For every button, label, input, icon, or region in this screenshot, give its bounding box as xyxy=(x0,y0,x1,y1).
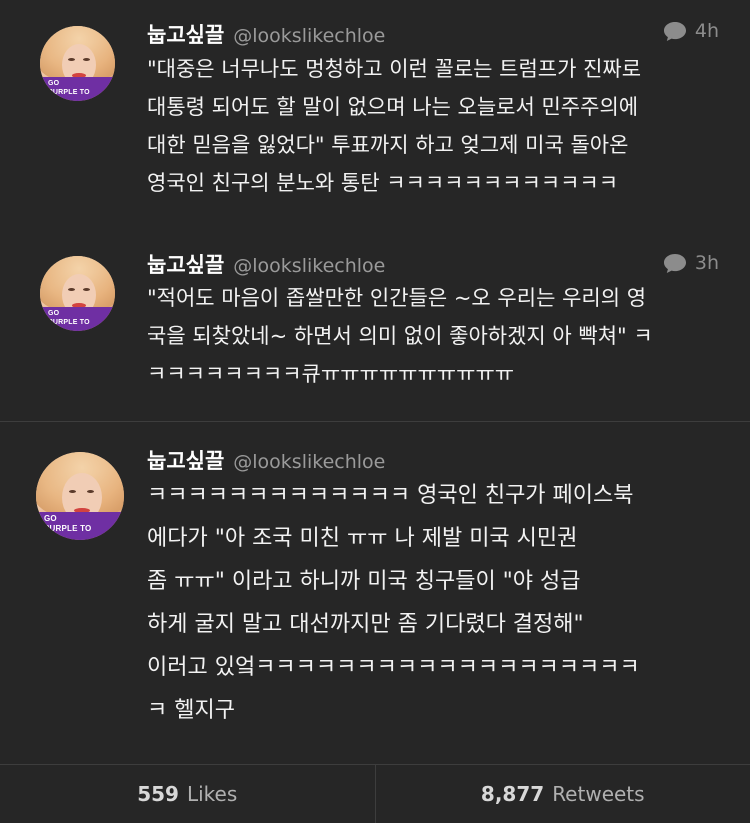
avatar-banner-line: PURPLE TO xyxy=(48,319,90,326)
avatar-banner-line: PURPLE TO xyxy=(44,524,92,533)
tweet-header: 눕고싶끌 @lookslikechloe xyxy=(147,249,385,279)
retweets-label: Retweets xyxy=(552,782,645,806)
timestamp: 3h xyxy=(694,252,719,274)
avatar-eye xyxy=(69,490,76,493)
avatar-eye xyxy=(83,58,90,61)
tweet-text: "대중은 너무나도 멍청하고 이런 꼴로는 트럼프가 진짜로 대통령 되어도 할… xyxy=(147,50,641,202)
speech-bubble-icon xyxy=(663,253,686,273)
tweet-line: 대한 믿음을 잃었다" 투표까지 하고 엊그제 미국 돌아온 xyxy=(147,133,629,157)
tweet-line: 에다가 "아 조국 미친 ㅠㅠ 나 제발 미국 시민권 xyxy=(147,526,578,551)
tweet-text: "적어도 마음이 좁쌀만한 인간들은 ~오 우리는 우리의 영 국을 되찾았네~… xyxy=(147,279,653,393)
tweet-line: "대중은 너무나도 멍청하고 이런 꼴로는 트럼프가 진짜로 xyxy=(147,57,642,81)
tweet-line: 이러고 있엌ㅋㅋㅋㅋㅋㅋㅋㅋㅋㅋㅋㅋㅋㅋㅋㅋㅋㅋㅋ xyxy=(147,655,640,680)
avatar-banner: GO PURPLE TO xyxy=(36,512,124,540)
tweet-header: 눕고싶끌 @lookslikechloe xyxy=(147,19,385,49)
tweet-line: 좀 ㅠㅠ" 이라고 하니까 미국 칭구들이 "야 성급 xyxy=(147,569,581,594)
tweet-3[interactable]: GO PURPLE TO 눕고싶끌 @lookslikechloe ㅋㅋㅋㅋㅋㅋ… xyxy=(0,422,750,765)
avatar-banner: GO PURPLE TO xyxy=(40,307,115,331)
likes-label: Likes xyxy=(186,782,238,806)
avatar-eye xyxy=(83,288,90,291)
retweets-count: 8,877 xyxy=(480,782,545,806)
speech-bubble-icon xyxy=(663,21,686,41)
tweet-line: 대통령 되어도 할 말이 없으며 나는 오늘로서 민주주의에 xyxy=(147,95,639,119)
tweet-line: 영국인 친구의 분노와 통탄 ㅋㅋㅋㅋㅋㅋㅋㅋㅋㅋㅋㅋ xyxy=(147,171,619,195)
timestamp: 4h xyxy=(694,20,719,42)
avatar-banner-line: GO xyxy=(44,514,57,523)
display-name[interactable]: 눕고싶끌 xyxy=(147,249,224,279)
likes-count: 559 xyxy=(137,782,179,806)
tweet-1[interactable]: GO PURPLE TO 눕고싶끌 @lookslikechloe 4h "대중… xyxy=(0,0,750,226)
avatar-eye xyxy=(87,490,94,493)
tweet-meta: 4h xyxy=(663,20,719,42)
avatar[interactable]: GO PURPLE TO xyxy=(36,452,124,540)
user-handle[interactable]: @lookslikechloe xyxy=(233,25,385,47)
tweet-line: ㅋ 헬지구 xyxy=(147,698,235,723)
avatar-banner-line: PURPLE TO xyxy=(48,89,90,96)
avatar[interactable]: GO PURPLE TO xyxy=(40,256,115,331)
avatar-banner-line: GO xyxy=(48,80,60,87)
user-handle[interactable]: @lookslikechloe xyxy=(233,255,385,277)
tweet-line: 하게 굴지 말고 대선까지만 좀 기다렸다 결정해" xyxy=(147,612,584,637)
avatar-eye xyxy=(68,58,75,61)
tweet-line: "적어도 마음이 좁쌀만한 인간들은 ~오 우리는 우리의 영 xyxy=(147,286,647,310)
avatar-banner-line: GO xyxy=(48,310,60,317)
avatar-banner: GO PURPLE TO xyxy=(40,77,115,101)
tweet-meta: 3h xyxy=(663,252,719,274)
user-handle[interactable]: @lookslikechloe xyxy=(233,451,385,473)
tweet-header: 눕고싶끌 @lookslikechloe xyxy=(147,445,385,475)
avatar[interactable]: GO PURPLE TO xyxy=(40,26,115,101)
display-name[interactable]: 눕고싶끌 xyxy=(147,19,224,49)
tweet-line: 국을 되찾았네~ 하면서 의미 없이 좋아하겠지 아 빡쳐" ㅋ xyxy=(147,324,653,348)
engagement-stats: 559 Likes 8,877 Retweets xyxy=(0,765,750,823)
tweet-line: ㅋㅋㅋㅋㅋㅋㅋㅋㅋㅋㅋㅋㅋ 영국인 친구가 페이스북 xyxy=(147,483,634,508)
avatar-eye xyxy=(68,288,75,291)
likes-stat[interactable]: 559 Likes xyxy=(0,765,375,823)
tweet-2[interactable]: GO PURPLE TO 눕고싶끌 @lookslikechloe 3h "적어… xyxy=(0,226,750,422)
tweet-text: ㅋㅋㅋㅋㅋㅋㅋㅋㅋㅋㅋㅋㅋ 영국인 친구가 페이스북 에다가 "아 조국 미친 … xyxy=(147,474,640,732)
retweets-stat[interactable]: 8,877 Retweets xyxy=(376,765,750,823)
display-name[interactable]: 눕고싶끌 xyxy=(147,445,224,475)
tweet-line: ㅋㅋㅋㅋㅋㅋㅋㅋ큐ㅠㅠㅠㅠㅠㅠㅠㅠㅠㅠ xyxy=(147,362,515,386)
